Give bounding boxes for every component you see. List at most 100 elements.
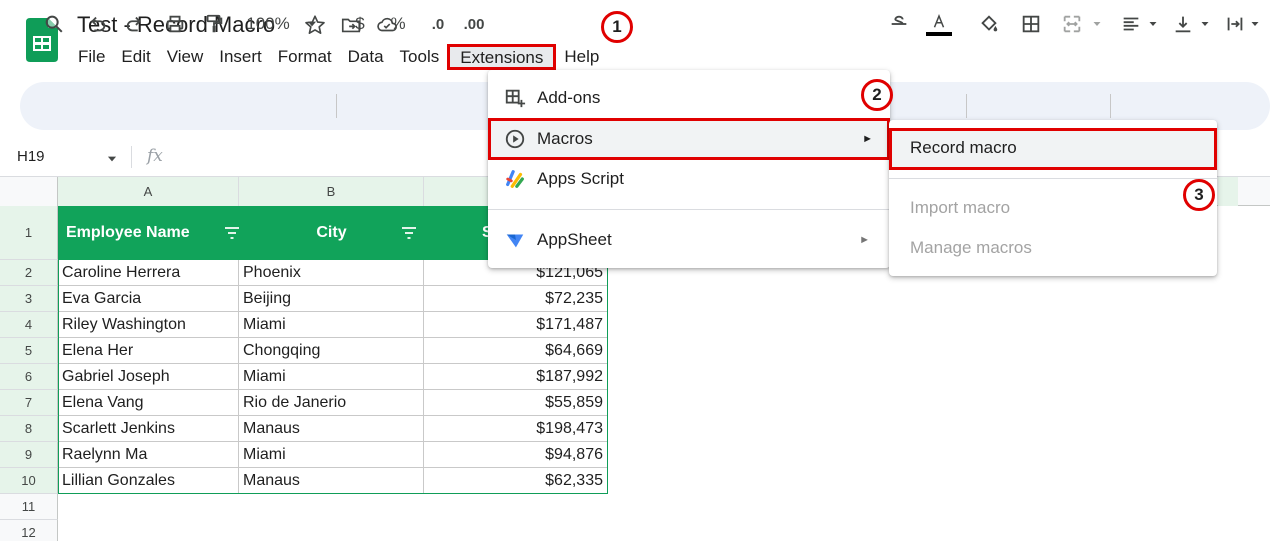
redo-button[interactable] — [121, 0, 149, 48]
row-header-6[interactable]: 6 — [0, 364, 58, 390]
menu-item-addons[interactable]: Add-ons — [488, 78, 890, 118]
merge-dropdown[interactable] — [1090, 0, 1104, 48]
caret-down-icon — [307, 21, 317, 27]
caret-down-icon — [1201, 22, 1209, 26]
menu-item-apps-script[interactable]: Apps Script — [488, 159, 890, 199]
caret-down-icon — [1251, 22, 1259, 26]
zoom-dropdown[interactable] — [302, 0, 322, 48]
increase-decimal-button[interactable]: .00 — [462, 0, 486, 48]
table-cell[interactable]: Chongqing — [239, 338, 424, 364]
strikethrough-button[interactable] — [888, 0, 910, 48]
borders-button[interactable] — [1018, 0, 1044, 48]
table-cell[interactable]: Elena Vang — [58, 390, 239, 416]
table-cell[interactable]: $62,335 — [424, 468, 608, 494]
text-color-button[interactable] — [926, 0, 952, 48]
table-cell[interactable]: Phoenix — [239, 260, 424, 286]
caret-down-icon — [1149, 22, 1157, 26]
row-header-8[interactable]: 8 — [0, 416, 58, 442]
menu-item-manage-macros[interactable]: Manage macros — [889, 228, 1217, 268]
header-cell-city[interactable]: City — [239, 206, 424, 260]
filter-icon[interactable] — [224, 226, 240, 240]
filter-icon[interactable] — [401, 226, 417, 240]
table-cell[interactable]: Miami — [239, 312, 424, 338]
step-badge-2: 2 — [861, 79, 893, 111]
zoom-value: 100% — [246, 14, 290, 33]
select-all-corner[interactable] — [0, 177, 58, 206]
table-cell[interactable]: $198,473 — [424, 416, 608, 442]
row-header-10[interactable]: 10 — [0, 468, 58, 494]
column-header-partial[interactable] — [1218, 177, 1238, 206]
row-header-3[interactable]: 3 — [0, 286, 58, 312]
table-cell[interactable]: $187,992 — [424, 364, 608, 390]
table-cell[interactable]: Miami — [239, 364, 424, 390]
table-cell[interactable]: Rio de Janerio — [239, 390, 424, 416]
menubar: File Edit View Insert Format Data Tools … — [70, 44, 607, 70]
wrap-dropdown[interactable] — [1248, 0, 1262, 48]
row-header-4[interactable]: 4 — [0, 312, 58, 338]
macro-play-icon — [505, 129, 525, 149]
row-header-5[interactable]: 5 — [0, 338, 58, 364]
row-header-11[interactable]: 11 — [0, 494, 58, 520]
strikethrough-icon — [891, 15, 907, 25]
table-cell[interactable]: Lillian Gonzales — [58, 468, 239, 494]
row-header-9[interactable]: 9 — [0, 442, 58, 468]
menu-item-record-macro[interactable]: Record macro — [889, 128, 1217, 170]
zoom-select[interactable]: 100% — [240, 0, 296, 48]
table-cell[interactable]: Riley Washington — [58, 312, 239, 338]
table-cell[interactable]: Caroline Herrera — [58, 260, 239, 286]
name-box[interactable]: H19 — [17, 148, 45, 165]
paint-format-button[interactable] — [200, 0, 228, 48]
horizontal-align-button[interactable] — [1118, 0, 1144, 48]
table-cell[interactable]: Beijing — [239, 286, 424, 312]
caret-down-icon — [1093, 22, 1101, 26]
align-bottom-icon — [1175, 16, 1191, 33]
text-wrap-icon — [1227, 17, 1243, 31]
percent-format-button[interactable]: % — [386, 0, 410, 48]
decrease-decimal-button[interactable]: .0 — [424, 0, 452, 48]
fx-icon: fx — [147, 146, 163, 166]
menu-help[interactable]: Help — [556, 44, 607, 70]
search-icon — [45, 15, 63, 33]
row-header-12[interactable]: 12 — [0, 520, 58, 541]
table-cell[interactable]: $64,669 — [424, 338, 608, 364]
search-menus-button[interactable] — [40, 0, 68, 48]
table-cell[interactable]: Miami — [239, 442, 424, 468]
table-cell[interactable]: Raelynn Ma — [58, 442, 239, 468]
apps-script-icon — [506, 170, 524, 188]
menu-item-appsheet[interactable]: AppSheet ► — [488, 220, 890, 260]
menu-item-import-macro[interactable]: Import macro — [889, 188, 1217, 228]
undo-icon — [91, 16, 106, 32]
row-header-1[interactable]: 1 — [0, 206, 58, 260]
menu-item-macros[interactable]: Macros ► — [488, 118, 890, 160]
table-cell[interactable]: Manaus — [239, 468, 424, 494]
step-badge-3: 3 — [1183, 179, 1215, 211]
vertical-align-button[interactable] — [1170, 0, 1196, 48]
table-cell[interactable]: $55,859 — [424, 390, 608, 416]
row-header-7[interactable]: 7 — [0, 390, 58, 416]
table-cell[interactable]: Manaus — [239, 416, 424, 442]
name-box-dropdown-icon[interactable] — [105, 152, 119, 166]
column-header-b[interactable]: B — [239, 177, 424, 206]
table-cell[interactable]: Eva Garcia — [58, 286, 239, 312]
table-cell[interactable]: Elena Her — [58, 338, 239, 364]
undo-button[interactable] — [83, 0, 111, 48]
row-header-2[interactable]: 2 — [0, 260, 58, 286]
header-cell-employee-name[interactable]: Employee Name — [66, 206, 240, 260]
column-header-a[interactable]: A — [58, 177, 239, 206]
step-badge-1: 1 — [601, 11, 633, 43]
text-color-icon — [933, 13, 945, 28]
addons-icon — [505, 89, 526, 108]
currency-format-button[interactable]: $ — [348, 0, 372, 48]
table-cell[interactable]: $94,876 — [424, 442, 608, 468]
halign-dropdown[interactable] — [1146, 0, 1160, 48]
print-button[interactable] — [161, 0, 189, 48]
table-cell[interactable]: Scarlett Jenkins — [58, 416, 239, 442]
merge-cells-button[interactable] — [1058, 0, 1086, 48]
text-wrap-button[interactable] — [1222, 0, 1248, 48]
table-cell[interactable]: $171,487 — [424, 312, 608, 338]
valign-dropdown[interactable] — [1198, 0, 1212, 48]
table-cell[interactable]: $72,235 — [424, 286, 608, 312]
table-cell[interactable]: Gabriel Joseph — [58, 364, 239, 390]
fill-color-button[interactable] — [976, 0, 1002, 48]
fill-color-icon — [981, 15, 998, 32]
